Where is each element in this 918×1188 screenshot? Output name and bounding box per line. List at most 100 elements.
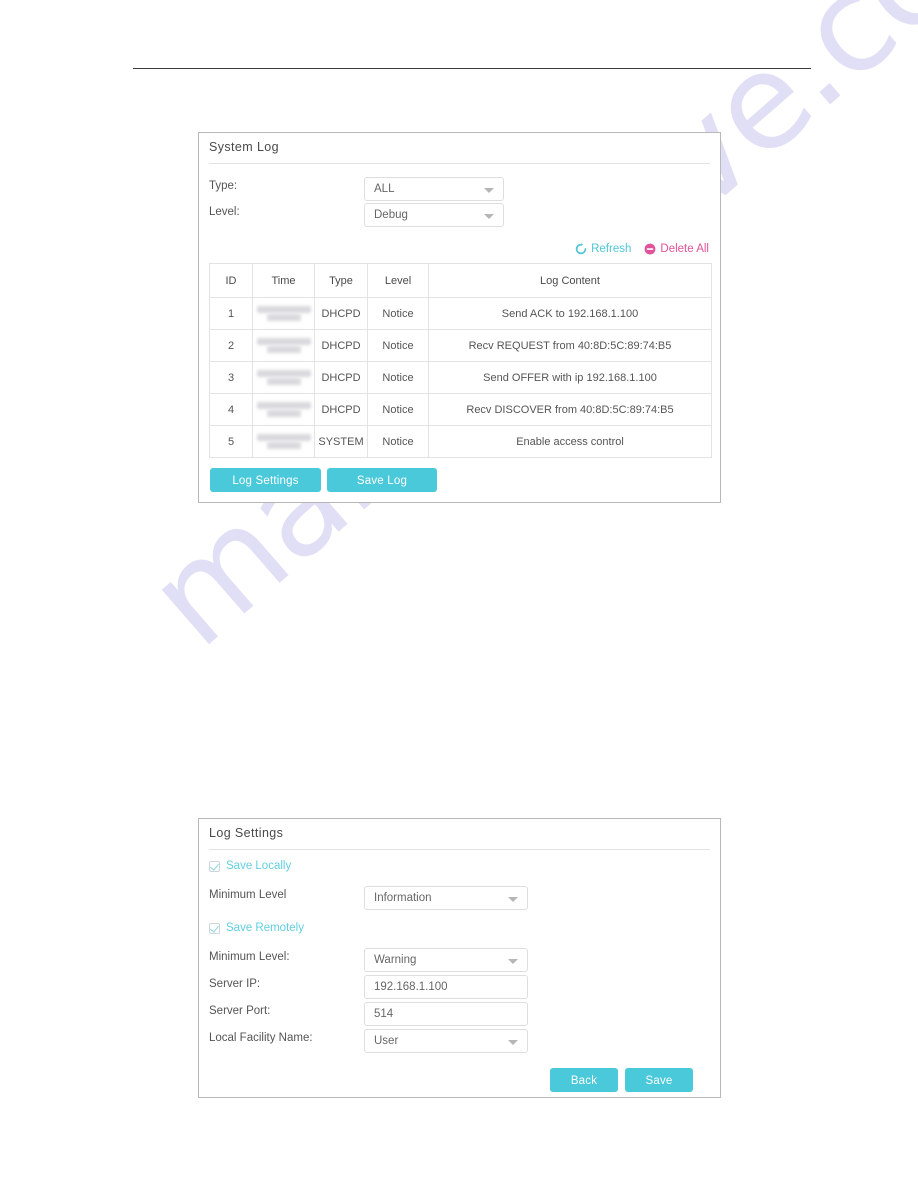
cell-level: Notice — [367, 425, 429, 458]
save-log-button[interactable]: Save Log — [327, 468, 437, 492]
redacted-timestamp — [256, 402, 311, 417]
chevron-down-icon — [484, 188, 494, 193]
local-facility-name-row: Local Facility Name: User — [209, 1029, 709, 1053]
cell-level: Notice — [367, 361, 429, 394]
log-settings-panel: Log Settings Save Locally Minimum Level … — [198, 818, 721, 1098]
title-divider — [209, 849, 710, 850]
type-select[interactable]: ALL — [364, 177, 504, 201]
cell-level: Notice — [367, 329, 429, 362]
server-port-input[interactable]: 514 — [364, 1002, 528, 1026]
save-button[interactable]: Save — [625, 1068, 693, 1092]
delete-all-button[interactable]: Delete All — [644, 243, 709, 255]
cell-content: Send ACK to 192.168.1.100 — [428, 297, 712, 330]
server-ip-value: 192.168.1.100 — [374, 981, 448, 993]
save-remotely-label: Save Remotely — [226, 922, 304, 934]
cell-time — [252, 329, 315, 362]
redacted-timestamp — [256, 306, 311, 321]
type-filter-label: Type: — [209, 180, 238, 192]
server-port-value: 514 — [374, 1008, 394, 1020]
save-locally-checkbox-row[interactable]: Save Locally — [209, 860, 291, 872]
type-filter-row: Type: ALL — [209, 177, 709, 201]
refresh-label: Refresh — [591, 243, 632, 255]
level-select-value: Debug — [374, 209, 408, 221]
back-button[interactable]: Back — [550, 1068, 618, 1092]
level-select[interactable]: Debug — [364, 203, 504, 227]
column-header-level: Level — [367, 263, 429, 298]
table-header-row: ID Time Type Level Log Content — [209, 263, 712, 298]
page-header-rule — [133, 68, 811, 69]
minimum-level-remote-value: Warning — [374, 954, 417, 966]
cell-content: Recv REQUEST from 40:8D:5C:89:74:B5 — [428, 329, 712, 362]
chevron-down-icon — [508, 1040, 518, 1045]
checkbox-checked-icon[interactable] — [209, 922, 220, 934]
checkbox-checked-icon[interactable] — [209, 860, 220, 872]
system-log-table: ID Time Type Level Log Content 1 DHCPD N… — [209, 263, 712, 458]
minimum-level-remote-label: Minimum Level: — [209, 951, 290, 963]
refresh-button[interactable]: Refresh — [575, 243, 631, 255]
table-row: 2 DHCPD Notice Recv REQUEST from 40:8D:5… — [209, 329, 712, 362]
log-settings-title: Log Settings — [209, 826, 284, 840]
level-filter-label: Level: — [209, 206, 240, 218]
table-row: 4 DHCPD Notice Recv DISCOVER from 40:8D:… — [209, 393, 712, 426]
cell-time — [252, 297, 315, 330]
delete-minus-circle-icon — [645, 243, 656, 255]
chevron-down-icon — [484, 214, 494, 219]
server-ip-row: Server IP: 192.168.1.100 — [209, 975, 709, 999]
system-log-table-body: 1 DHCPD Notice Send ACK to 192.168.1.100… — [209, 297, 712, 458]
cell-type: DHCPD — [314, 393, 368, 426]
minimum-level-remote-select[interactable]: Warning — [364, 948, 528, 972]
cell-id: 3 — [209, 361, 253, 394]
cell-level: Notice — [367, 297, 429, 330]
type-select-value: ALL — [374, 183, 395, 195]
server-ip-label: Server IP: — [209, 978, 261, 990]
local-facility-name-select[interactable]: User — [364, 1029, 528, 1053]
table-row: 1 DHCPD Notice Send ACK to 192.168.1.100 — [209, 297, 712, 330]
cell-content: Send OFFER with ip 192.168.1.100 — [428, 361, 712, 394]
minimum-level-local-row: Minimum Level Information — [209, 886, 709, 910]
log-settings-button[interactable]: Log Settings — [210, 468, 321, 492]
minimum-level-remote-row: Minimum Level: Warning — [209, 948, 709, 972]
minimum-level-local-select[interactable]: Information — [364, 886, 528, 910]
save-locally-label: Save Locally — [226, 860, 292, 872]
server-ip-input[interactable]: 192.168.1.100 — [364, 975, 528, 999]
column-header-id: ID — [209, 263, 253, 298]
cell-id: 5 — [209, 425, 253, 458]
title-divider — [209, 163, 710, 164]
log-actions: Refresh Delete All — [575, 243, 709, 255]
cell-type: DHCPD — [314, 329, 368, 362]
cell-type: DHCPD — [314, 297, 368, 330]
server-port-row: Server Port: 514 — [209, 1002, 709, 1026]
cell-level: Notice — [367, 393, 429, 426]
column-header-type: Type — [314, 263, 368, 298]
redacted-timestamp — [256, 434, 311, 449]
column-header-content: Log Content — [428, 263, 712, 298]
cell-content: Recv DISCOVER from 40:8D:5C:89:74:B5 — [428, 393, 712, 426]
cell-id: 4 — [209, 393, 253, 426]
local-facility-name-value: User — [374, 1035, 399, 1047]
cell-time — [252, 393, 315, 426]
cell-time — [252, 361, 315, 394]
delete-all-label: Delete All — [660, 243, 709, 255]
redacted-timestamp — [256, 338, 311, 353]
table-row: 3 DHCPD Notice Send OFFER with ip 192.16… — [209, 361, 712, 394]
minimum-level-local-label: Minimum Level — [209, 889, 287, 901]
cell-type: SYSTEM — [314, 425, 368, 458]
system-log-panel: System Log Type: ALL Level: Debug Refres… — [198, 132, 721, 503]
cell-type: DHCPD — [314, 361, 368, 394]
table-row: 5 SYSTEM Notice Enable access control — [209, 425, 712, 458]
column-header-time: Time — [252, 263, 315, 298]
cell-id: 2 — [209, 329, 253, 362]
server-port-label: Server Port: — [209, 1005, 271, 1017]
system-log-title: System Log — [209, 140, 280, 154]
cell-content: Enable access control — [428, 425, 712, 458]
local-facility-name-label: Local Facility Name: — [209, 1032, 313, 1044]
level-filter-row: Level: Debug — [209, 203, 709, 227]
redacted-timestamp — [256, 370, 311, 385]
cell-time — [252, 425, 315, 458]
minimum-level-local-value: Information — [374, 892, 432, 904]
chevron-down-icon — [508, 897, 518, 902]
save-remotely-checkbox-row[interactable]: Save Remotely — [209, 922, 304, 934]
chevron-down-icon — [508, 959, 518, 964]
cell-id: 1 — [209, 297, 253, 330]
refresh-circular-arrow-icon — [575, 243, 587, 255]
